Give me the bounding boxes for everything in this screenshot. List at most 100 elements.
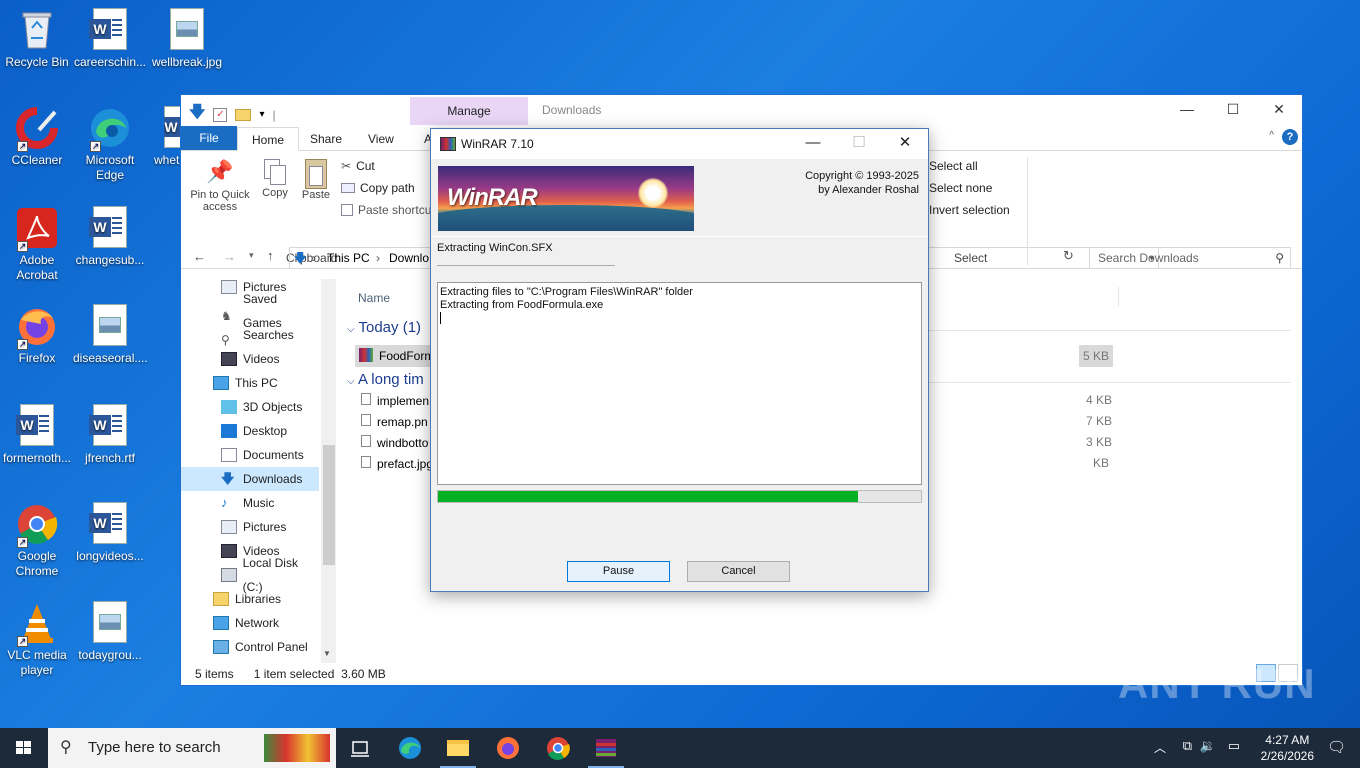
list-item[interactable]: windbotto	[361, 435, 428, 450]
tab-home[interactable]: Home	[237, 127, 300, 151]
documents-icon	[221, 448, 237, 462]
nav-item-videos[interactable]: Videos	[181, 347, 319, 371]
tab-manage[interactable]: Manage	[410, 97, 528, 125]
nav-item-music[interactable]: ♪ Music	[181, 491, 319, 515]
nav-item-desktop[interactable]: Desktop	[181, 419, 319, 443]
notifications-icon[interactable]: 🗨	[1327, 738, 1346, 756]
down-arrow-icon[interactable]: 🡇	[189, 101, 205, 128]
extraction-log[interactable]: Extracting files to "C:\Program Files\Wi…	[437, 282, 922, 485]
desktop-icon-ccleaner[interactable]: ↗ CCleaner	[0, 106, 74, 168]
tab-share[interactable]: Share	[296, 127, 356, 151]
network-icon[interactable]: ▭	[1228, 738, 1240, 754]
taskbar-winrar[interactable]	[582, 728, 630, 768]
forward-arrow-icon[interactable]: →	[223, 249, 236, 264]
paste-button[interactable]: Paste	[297, 159, 335, 201]
up-arrow-icon[interactable]: ↑	[267, 248, 274, 263]
copy-path-button[interactable]: Copy path	[341, 181, 415, 195]
volume-icon[interactable]: 🔉	[1200, 738, 1216, 754]
show-hidden-icons-icon[interactable]: ︿	[1154, 739, 1166, 756]
pin-to-quick-access-button[interactable]: 📌 Pin to Quick access	[187, 159, 253, 213]
pictures-icon	[221, 520, 237, 534]
winrar-close-button[interactable]: ✕	[882, 129, 928, 159]
taskbar-firefox[interactable]	[484, 728, 532, 768]
desktop-icon-jfrench[interactable]: W jfrench.rtf	[73, 404, 147, 466]
help-icon[interactable]: ?	[1282, 129, 1298, 145]
properties-icon[interactable]: ✓	[213, 107, 228, 122]
desktop-icon-vlc[interactable]: ↗ VLC media player	[0, 601, 74, 678]
desktop-icon-firefox[interactable]: ↗ Firefox	[0, 304, 74, 366]
desktop-icon-formernoth[interactable]: W formernoth...	[0, 404, 74, 466]
list-item[interactable]: implemen	[361, 393, 429, 408]
clock[interactable]: 4:27 AM 2/26/2026	[1261, 732, 1314, 764]
group-today[interactable]: ⌵ Today (1)	[347, 319, 421, 336]
nav-scrollbar-thumb[interactable]	[323, 445, 335, 565]
nav-item-control-panel[interactable]: Control Panel	[181, 635, 319, 659]
winrar-logo: WinRAR	[447, 184, 538, 211]
desktop-icon-diseaseoral[interactable]: diseaseoral....	[73, 304, 148, 366]
taskbar-search-box[interactable]: ⚲ Type here to search	[48, 728, 336, 768]
desktop-icon-wellbreak[interactable]: wellbreak.jpg	[150, 8, 224, 70]
nav-item-saved-games[interactable]: ♞ Saved Games	[181, 292, 319, 330]
nav-item-libraries[interactable]: Libraries	[181, 587, 319, 611]
close-button[interactable]: ✕	[1256, 95, 1302, 125]
copyright-text: Copyright © 1993-2025 by Alexander Rosha…	[805, 170, 919, 196]
desktop-icon-longvideos[interactable]: W longvideos...	[73, 502, 147, 564]
nav-item-this-pc[interactable]: This PC	[181, 371, 319, 395]
desktop-icon-careerschin[interactable]: W careerschin...	[73, 8, 147, 70]
search-downloads-input[interactable]: Search Downloads ⚲	[1089, 247, 1291, 269]
window-title: Downloads	[542, 103, 602, 117]
network-icon	[213, 616, 229, 630]
tab-file[interactable]: File	[181, 126, 237, 150]
column-header-name[interactable]: Name	[358, 291, 390, 305]
recent-locations-icon[interactable]: ▾	[249, 250, 254, 261]
meet-now-icon[interactable]: ⧉	[1183, 738, 1192, 754]
winrar-minimize-button[interactable]: —	[790, 129, 836, 159]
desktop-icon-todaygrou[interactable]: todaygrou...	[73, 601, 147, 663]
desktop-icon-edge[interactable]: ↗ Microsoft Edge	[73, 106, 147, 183]
breadcrumb-this-pc[interactable]: This PC	[327, 248, 370, 268]
tab-view[interactable]: View	[354, 127, 408, 151]
nav-item-searches[interactable]: ⚲ Searches	[181, 323, 319, 347]
divider	[437, 265, 615, 266]
taskbar-edge[interactable]	[386, 728, 434, 768]
taskbar-chrome[interactable]	[534, 728, 582, 768]
desktop-icon-acrobat[interactable]: ↗ Adobe Acrobat	[0, 206, 74, 283]
start-button[interactable]	[0, 728, 48, 768]
desktop-icon-chrome[interactable]: ↗ Google Chrome	[0, 502, 74, 579]
copy-button[interactable]: Copy	[257, 159, 293, 199]
nav-item-downloads[interactable]: 🡇 Downloads	[181, 467, 319, 491]
scroll-down-icon[interactable]: ▼	[323, 649, 331, 658]
pause-button[interactable]: Pause	[567, 561, 670, 582]
select-none-button[interactable]: Select none	[929, 181, 992, 195]
back-arrow-icon[interactable]: ←	[193, 249, 206, 264]
new-folder-icon[interactable]	[235, 108, 252, 121]
desktop-icon-changesub[interactable]: W changesub...	[73, 206, 147, 268]
firefox-icon	[497, 737, 519, 759]
collapse-ribbon-icon[interactable]: ^	[1269, 130, 1274, 141]
folder-icon	[447, 740, 469, 756]
group-long-time-ago[interactable]: ⌵ A long tim	[347, 371, 424, 388]
refresh-icon[interactable]: ↻	[1063, 248, 1074, 264]
desktop-icon-recycle-bin[interactable]: Recycle Bin	[0, 8, 74, 70]
invert-selection-button[interactable]: Invert selection	[929, 203, 1010, 217]
select-all-button[interactable]: Select all	[929, 159, 978, 173]
chevron-down-icon: ⌵	[347, 324, 355, 335]
cut-button[interactable]: ✂ Cut	[341, 159, 375, 173]
list-item[interactable]: remap.pn	[361, 414, 428, 429]
minimize-button[interactable]: —	[1164, 95, 1210, 125]
breadcrumb-downloads[interactable]: Downlo	[389, 248, 429, 268]
nav-item-3d-objects[interactable]: 3D Objects	[181, 395, 319, 419]
taskbar-file-explorer[interactable]	[434, 728, 482, 768]
cancel-button[interactable]: Cancel	[687, 561, 790, 582]
task-view-button[interactable]	[336, 728, 384, 768]
paste-shortcut-button[interactable]: Paste shortcut	[341, 203, 435, 217]
file-icon	[361, 393, 371, 405]
search-highlight-image	[264, 734, 330, 762]
nav-item-documents[interactable]: Documents	[181, 443, 319, 467]
nav-item-pictures-2[interactable]: Pictures	[181, 515, 319, 539]
customize-toolbar-icon[interactable]: ▾	[259, 109, 264, 120]
maximize-button[interactable]: ☐	[1210, 95, 1256, 125]
nav-item-local-disk[interactable]: Local Disk (C:)	[181, 556, 319, 594]
nav-item-network[interactable]: Network	[181, 611, 319, 635]
list-item[interactable]: prefact.jpg	[361, 456, 433, 471]
